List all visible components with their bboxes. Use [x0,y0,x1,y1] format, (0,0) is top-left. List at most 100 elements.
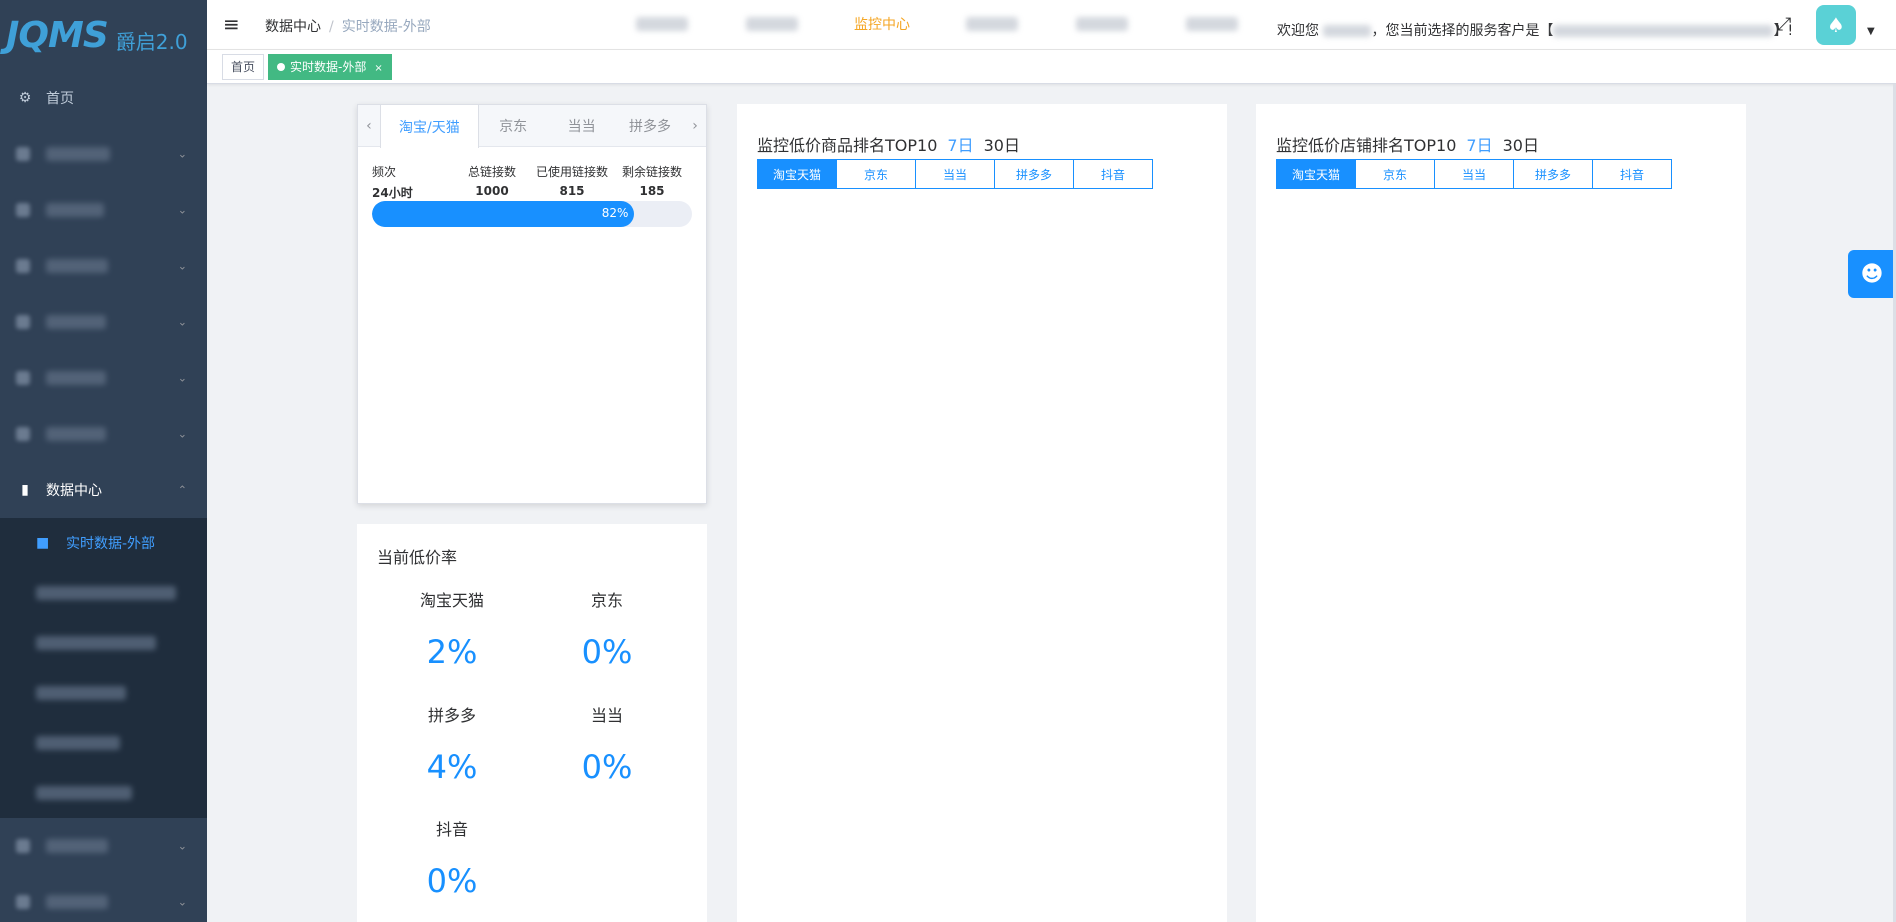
blurred-label [46,371,106,385]
sidebar-item-label: 首页 [46,91,74,107]
blurred-label [36,736,120,750]
period-7d-toggle[interactable]: 7日 [947,136,973,155]
tag-home[interactable]: 首页 [222,54,265,80]
goods-platform-dangdang-button[interactable]: 当当 [915,159,995,189]
tab-taobao-tmall[interactable]: 淘宝/天猫 [379,105,479,148]
stats-header-total: 总链接数 [467,165,516,179]
sidebar-subitem-blurred-2[interactable] [0,618,207,668]
breadcrumb-root[interactable]: 数据中心 [265,19,321,35]
blurred-label [46,259,108,273]
sidebar-subitem-blurred-5[interactable] [0,768,207,818]
bar-chart-icon: ▮ [21,482,29,498]
rate-card-title: 当前低价率 [377,548,458,567]
blurred-label [36,636,156,650]
goods-platform-jd-button[interactable]: 京东 [836,159,916,189]
welcome-middle: ，您当前选择的服务客户是【 [1371,23,1554,39]
top-nav-item-blurred[interactable] [717,0,827,48]
blurred-label [1186,17,1238,31]
rate-taobao-tmall: 淘宝天猫 2% [372,587,532,671]
sidebar-item-home[interactable]: ⚙ 首页 [0,70,207,126]
blurred-label [46,839,108,853]
blurred-label [36,586,176,600]
rate-label: 京东 [590,591,623,610]
blurred-username [1323,25,1372,37]
blurred-label [46,895,108,909]
floating-user-button[interactable]: ☻ [1848,250,1896,298]
sidebar-subitem-blurred-3[interactable] [0,668,207,718]
shops-platform-taobao-tmall-button[interactable]: 淘宝天猫 [1276,159,1356,189]
breadcrumb-separator: / [329,19,334,35]
chevron-down-icon: ⌄ [177,259,187,273]
link-stats-grid: 频次 总链接数 已使用链接数 剩余链接数 24小时 1000 815 185 [372,163,692,201]
chevron-down-icon: ⌄ [177,315,187,329]
goods-platform-pinduoduo-button[interactable]: 拼多多 [994,159,1074,189]
tab-scroll-right-icon[interactable]: › [684,105,706,146]
top-nav-item-blurred[interactable] [1157,0,1267,48]
rate-label: 抖音 [435,820,468,839]
sidebar-subitem-blurred-1[interactable] [0,568,207,618]
stats-value-remaining: 185 [639,184,665,198]
stats-value-used: 815 [559,184,585,198]
sidebar-item-blurred-3[interactable]: ⌄ [0,238,207,294]
blurred-label [46,427,106,441]
shops-platform-pinduoduo-button[interactable]: 拼多多 [1513,159,1593,189]
goods-platform-taobao-tmall-button[interactable]: 淘宝天猫 [757,159,837,189]
fullscreen-icon[interactable]: ⤢ [1777,14,1791,35]
submenu-data-center: ■ 实时数据-外部 [0,518,207,818]
rate-value: 2% [426,633,478,671]
close-icon[interactable]: × [374,63,382,74]
top-nav-item-blurred[interactable] [607,0,717,48]
welcome-prefix: 欢迎您 [1277,23,1319,39]
shops-platform-jd-button[interactable]: 京东 [1355,159,1435,189]
chevron-down-icon: ⌄ [177,895,187,909]
period-30d-toggle[interactable]: 30日 [1503,136,1539,155]
low-price-shops-ranking-card: 监控低价店铺排名TOP10 7日 30日 淘宝天猫 京东 当当 拼多多 抖音 [1256,104,1746,922]
platform-tabs: ‹ 淘宝/天猫 京东 当当 拼多多 › [358,105,706,148]
sidebar-item-blurred-1[interactable]: ⌄ [0,126,207,182]
sidebar-item-blurred-6[interactable]: ⌄ [0,406,207,462]
logo[interactable]: JQMS 爵启2.0 [0,0,207,70]
top-nav-item-blurred[interactable] [937,0,1047,48]
chevron-down-icon: ⌄ [177,147,187,161]
sidebar-item-blurred-5[interactable]: ⌄ [0,350,207,406]
blurred-label [636,17,688,31]
tab-jd[interactable]: 京东 [479,105,547,146]
shops-platform-dangdang-button[interactable]: 当当 [1434,159,1514,189]
tags-view: 首页 实时数据-外部 × [207,50,1896,84]
sidebar-item-blurred-2[interactable]: ⌄ [0,182,207,238]
period-30d-toggle[interactable]: 30日 [984,136,1020,155]
goods-platform-douyin-button[interactable]: 抖音 [1073,159,1153,189]
tab-pinduoduo[interactable]: 拼多多 [616,105,684,146]
sidebar-subitem-realtime-external[interactable]: ■ 实时数据-外部 [0,518,207,568]
top-nav-item-blurred[interactable] [1047,0,1157,48]
sidebar-item-blurred-4[interactable]: ⌄ [0,294,207,350]
tag-realtime-external[interactable]: 实时数据-外部 × [268,54,392,80]
sidebar-item-blurred-8[interactable]: ⌄ [0,874,207,922]
dashboard-icon: ⚙ [18,90,32,106]
user-icon: ☻ [1860,261,1884,287]
avatar[interactable]: ♠ [1816,5,1856,45]
rate-pinduoduo: 拼多多 4% [372,702,532,786]
tab-dangdang[interactable]: 当当 [547,105,615,146]
sidebar-item-data-center[interactable]: ▮ 数据中心 ⌃ [0,462,207,518]
hamburger-icon[interactable]: ≡ [223,12,240,36]
top-nav-item-monitor-center[interactable]: 监控中心 [827,0,937,48]
caret-down-icon[interactable]: ▼ [1867,26,1875,37]
period-7d-toggle[interactable]: 7日 [1466,136,1492,155]
sidebar-item-label: 数据中心 [46,483,102,499]
stats-header-remaining: 剩余链接数 [621,165,682,179]
sidebar-item-blurred-7[interactable]: ⌄ [0,818,207,874]
rate-value: 0% [581,633,633,671]
goods-ranking-title-text: 监控低价商品排名TOP10 [757,136,938,155]
sidebar-subitem-blurred-4[interactable] [0,718,207,768]
blurred-icon [16,371,30,385]
blurred-icon [16,315,30,329]
sidebar: JQMS 爵启2.0 ⚙ 首页 ⌄ ⌄ ⌄ ⌄ ⌄ ⌄ ▮ 数据中心 ⌃ ■ 实… [0,0,207,922]
blurred-label [46,147,110,161]
stats-value-frequency: 24小时 [372,186,413,200]
low-price-rate-card: 当前低价率 淘宝天猫 2% 京东 0% 拼多多 4% 当当 0% 抖音 0% [357,524,707,922]
tab-scroll-left-icon[interactable]: ‹ [358,105,380,146]
link-stats-card: ‹ 淘宝/天猫 京东 当当 拼多多 › 频次 总链接数 已使用链接数 剩余链接数… [357,104,707,504]
shops-platform-douyin-button[interactable]: 抖音 [1592,159,1672,189]
blurred-icon [16,147,30,161]
